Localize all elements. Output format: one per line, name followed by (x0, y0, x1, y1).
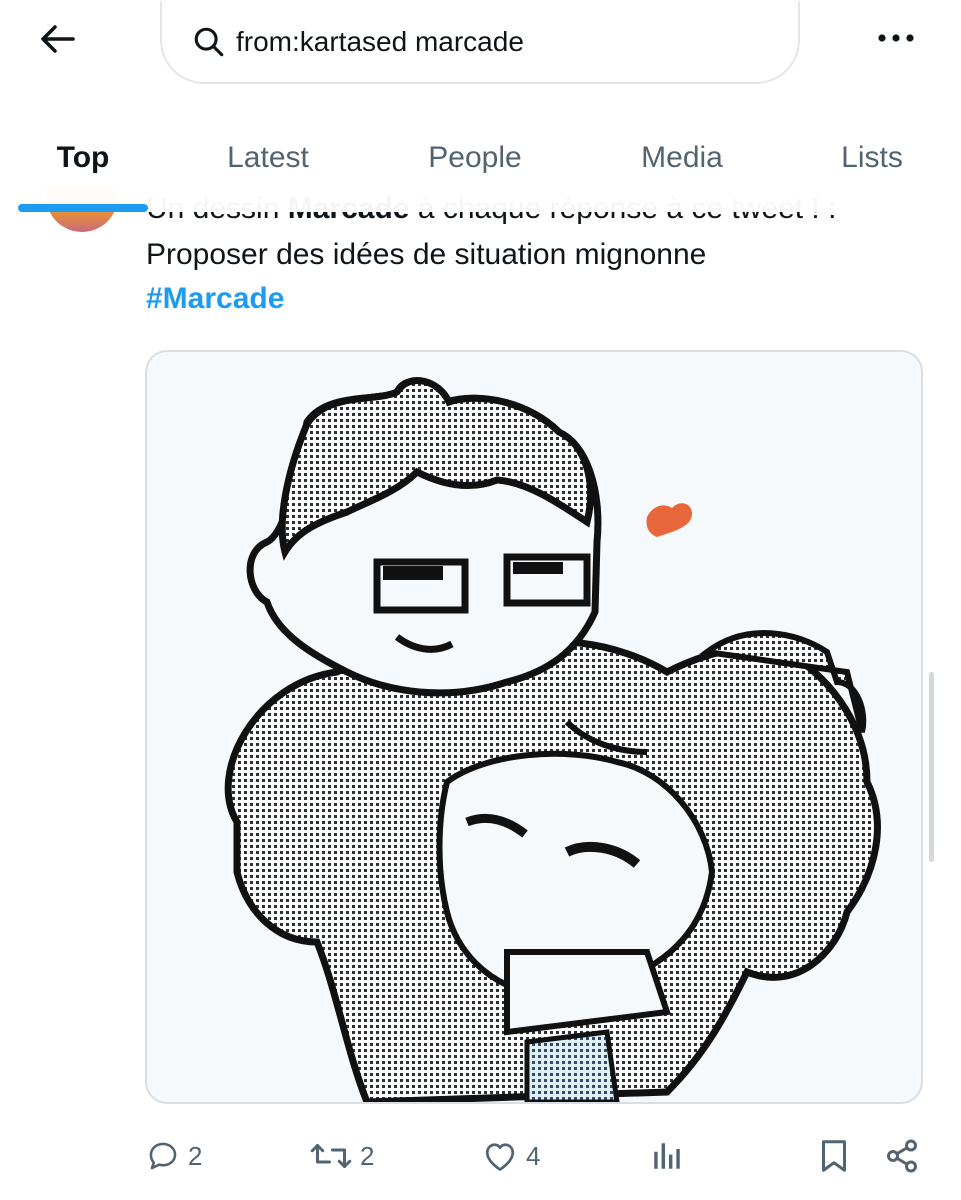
bookmark-button[interactable] (818, 1132, 850, 1180)
search-icon (194, 27, 224, 57)
tab-latest[interactable]: Latest (200, 118, 336, 198)
search-input[interactable] (236, 26, 756, 58)
arrow-left-icon (41, 25, 75, 53)
hashtag-link[interactable]: #Marcade (146, 282, 284, 316)
share-icon (887, 1139, 917, 1173)
tweet-media-image[interactable] (145, 350, 923, 1104)
heart-icon (485, 1143, 515, 1171)
heart-doodle (646, 503, 692, 537)
retweet-icon (310, 1144, 352, 1168)
active-tab-indicator (18, 204, 148, 212)
back-button[interactable] (28, 14, 88, 64)
tab-lists[interactable]: Lists (822, 118, 922, 198)
tab-media[interactable]: Media (615, 118, 749, 198)
tweet-text-line-2: Proposer des idées de situation mignonne (146, 238, 707, 271)
reply-icon (149, 1142, 177, 1170)
reply-button[interactable]: 2 (146, 1132, 202, 1180)
like-button[interactable]: 4 (482, 1132, 540, 1180)
reply-count: 2 (188, 1140, 203, 1171)
retweet-count: 2 (360, 1140, 375, 1171)
more-horizontal-icon (878, 34, 914, 42)
share-button[interactable] (884, 1132, 920, 1180)
more-options-button[interactable] (868, 18, 924, 58)
analytics-icon (654, 1143, 680, 1169)
retweet-button[interactable]: 2 (310, 1132, 374, 1180)
scrollbar[interactable] (929, 672, 934, 862)
like-count: 4 (526, 1140, 541, 1171)
search-tabs: Top Latest People Media Lists (0, 118, 961, 212)
bookmark-icon (822, 1140, 846, 1172)
tab-top[interactable]: Top (18, 118, 148, 198)
pixel-drawing (224, 377, 881, 1102)
views-button[interactable] (650, 1132, 684, 1180)
search-header: Top Latest People Media Lists (0, 0, 961, 212)
tab-people[interactable]: People (400, 118, 550, 198)
search-bar[interactable] (160, 0, 800, 84)
